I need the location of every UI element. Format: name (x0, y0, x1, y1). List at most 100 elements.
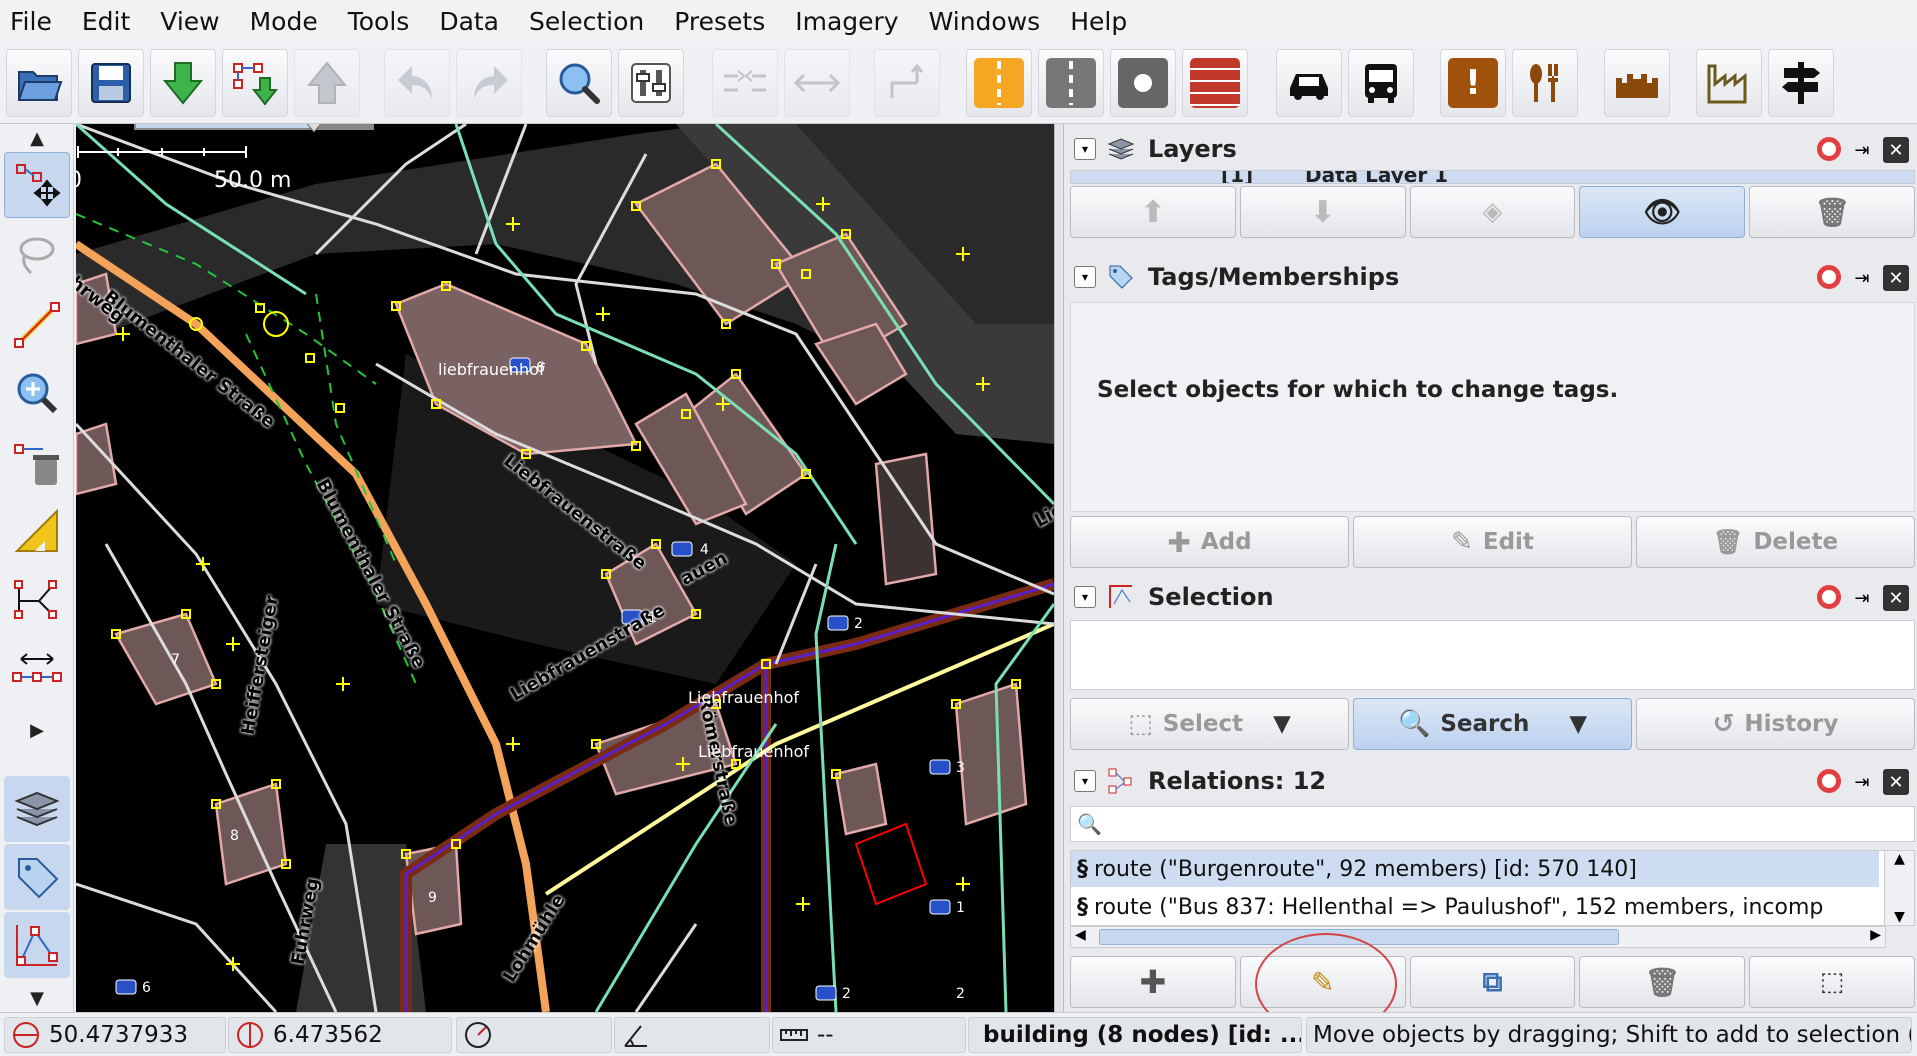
menu-presets[interactable]: Presets (674, 7, 765, 36)
parallel-mode-button[interactable] (4, 636, 70, 702)
selection-panel-header[interactable]: ▾ Selection ⇥ ✕ (1066, 576, 1915, 618)
wall-preset-button[interactable] (1182, 49, 1248, 117)
help-lifebuoy-icon[interactable] (1817, 137, 1841, 161)
delete-relation-button[interactable]: 🗑 (1579, 956, 1746, 1008)
menu-tools[interactable]: Tools (348, 7, 410, 36)
menu-selection[interactable]: Selection (529, 7, 644, 36)
split-way-button[interactable] (874, 49, 940, 117)
new-relation-button[interactable]: ✚ (1070, 956, 1236, 1008)
menu-file[interactable]: File (10, 7, 52, 36)
delete-layer-button[interactable]: 🗑 (1749, 186, 1915, 238)
menu-imagery[interactable]: Imagery (795, 7, 898, 36)
amenity-preset-button[interactable]: ! (1440, 49, 1506, 117)
relation-row[interactable]: § route ("Bus 837: Hellenthal => Paulush… (1071, 889, 1879, 925)
download-data-button[interactable] (222, 49, 288, 117)
highway-grey-preset-button[interactable] (1038, 49, 1104, 117)
menu-windows[interactable]: Windows (929, 7, 1041, 36)
menu-edit[interactable]: Edit (82, 7, 130, 36)
align-line-button[interactable] (784, 49, 850, 117)
delete-mode-button[interactable] (4, 430, 70, 496)
toggle-tags-button[interactable] (4, 844, 70, 910)
pin-icon[interactable]: ⇥ (1849, 585, 1875, 611)
edit-relation-button[interactable]: ✎ (1239, 933, 1406, 1035)
toggle-selection-button[interactable] (4, 912, 70, 978)
toggle-layers-button[interactable] (4, 776, 70, 842)
chevron-down-icon[interactable]: ▼ (1273, 711, 1291, 737)
preferences-button[interactable] (618, 49, 684, 117)
improve-way-mode-button[interactable] (4, 568, 70, 634)
car-preset-button[interactable] (1276, 49, 1342, 117)
signpost-preset-button[interactable] (1768, 49, 1834, 117)
search-button[interactable]: 🔍 Search ▼ (1353, 698, 1632, 750)
relations-list[interactable]: § route ("Burgenroute", 92 members) [id:… (1070, 850, 1915, 926)
duplicate-relation-button[interactable]: ⧉ (1409, 956, 1576, 1008)
relations-search-input[interactable] (1101, 809, 1914, 839)
edit-tag-button[interactable]: ✎ Edit (1353, 516, 1632, 568)
castle-preset-button[interactable] (1604, 49, 1670, 117)
pin-icon[interactable]: ⇥ (1849, 769, 1875, 795)
menu-view[interactable]: View (160, 7, 219, 36)
map-view[interactable]: 0 50.0 m liebfrauenhof Blumenthaler Stra… (76, 124, 1054, 1012)
layer-row[interactable]: [1] Data Layer 1 (1070, 170, 1915, 184)
help-lifebuoy-icon[interactable] (1817, 585, 1841, 609)
highway-service-preset-button[interactable] (1110, 49, 1176, 117)
history-button[interactable]: ↺ History (1636, 698, 1915, 750)
pin-icon[interactable]: ⇥ (1849, 137, 1875, 163)
close-icon[interactable]: ✕ (1883, 769, 1909, 795)
map-panel-splitter[interactable] (1054, 124, 1064, 1012)
merge-layer-button[interactable]: ◈ (1409, 186, 1576, 238)
toggle-visibility-button[interactable]: 👁 (1579, 186, 1746, 238)
scroll-down-button[interactable]: ▼ (4, 984, 70, 1012)
help-lifebuoy-icon[interactable] (1817, 769, 1841, 793)
menu-help[interactable]: Help (1070, 7, 1127, 36)
help-lifebuoy-icon[interactable] (1817, 265, 1841, 289)
relations-vertical-scrollbar[interactable]: ▲ ▼ (1884, 851, 1914, 925)
pin-icon[interactable]: ⇥ (1849, 265, 1875, 291)
measure-mode-button[interactable] (4, 498, 70, 564)
draw-mode-button[interactable] (4, 292, 70, 358)
relations-horizontal-scrollbar[interactable]: ◀ ▶ (1070, 926, 1886, 948)
close-icon[interactable]: ✕ (1883, 137, 1909, 163)
close-icon[interactable]: ✕ (1883, 585, 1909, 611)
tags-panel-header[interactable]: ▾ Tags/Memberships ⇥ ✕ (1066, 256, 1915, 298)
move-layer-up-button[interactable]: ⬆ (1070, 186, 1236, 238)
select-mode-button[interactable] (4, 152, 70, 218)
close-icon[interactable]: ✕ (1883, 265, 1909, 291)
save-button[interactable] (78, 49, 144, 117)
lasso-mode-button[interactable] (4, 222, 70, 288)
redo-button[interactable] (456, 49, 522, 117)
zoom-button[interactable] (546, 49, 612, 117)
download-button[interactable] (150, 49, 216, 117)
collapse-icon[interactable]: ▾ (1074, 266, 1096, 288)
map-canvas[interactable] (76, 124, 1054, 1012)
bus-preset-button[interactable] (1348, 49, 1414, 117)
scroll-up-button[interactable]: ▲ (4, 124, 70, 152)
select-button[interactable]: ⬚ Select ▼ (1070, 698, 1349, 750)
industrial-preset-button[interactable] (1696, 49, 1762, 117)
select-relation-members-button[interactable]: ⬚ (1749, 956, 1915, 1008)
chevron-down-icon[interactable]: ▼ (1569, 711, 1587, 737)
selection-list[interactable] (1070, 620, 1915, 690)
relation-row[interactable]: § route ("Burgenroute", 92 members) [id:… (1071, 851, 1879, 887)
collapse-icon[interactable]: ▾ (1074, 138, 1096, 160)
relations-search-field[interactable]: 🔍 (1070, 806, 1915, 842)
restaurant-preset-button[interactable] (1512, 49, 1578, 117)
scroll-left-icon[interactable]: ◀ (1075, 927, 1086, 943)
collapse-icon[interactable]: ▾ (1074, 770, 1096, 792)
move-layer-down-button[interactable]: ⬇ (1239, 186, 1406, 238)
more-tools-button[interactable]: ▶ (4, 716, 70, 744)
scroll-down-icon[interactable]: ▼ (1894, 909, 1905, 925)
upload-button[interactable] (294, 49, 360, 117)
delete-tag-button[interactable]: 🗑 Delete (1636, 516, 1915, 568)
add-tag-button[interactable]: ✚ Add (1070, 516, 1349, 568)
layers-panel-header[interactable]: ▾ Layers ⇥ ✕ (1066, 128, 1915, 170)
scroll-right-icon[interactable]: ▶ (1870, 927, 1881, 943)
collapse-icon[interactable]: ▾ (1074, 586, 1096, 608)
highway-yellow-preset-button[interactable] (966, 49, 1032, 117)
open-file-button[interactable] (6, 49, 72, 117)
menu-data[interactable]: Data (439, 7, 499, 36)
zoom-mode-button[interactable] (4, 360, 70, 426)
menu-mode[interactable]: Mode (250, 7, 318, 36)
merge-nodes-button[interactable] (712, 49, 778, 117)
relations-panel-header[interactable]: ▾ Relations: 12 ⇥ ✕ (1066, 760, 1915, 802)
